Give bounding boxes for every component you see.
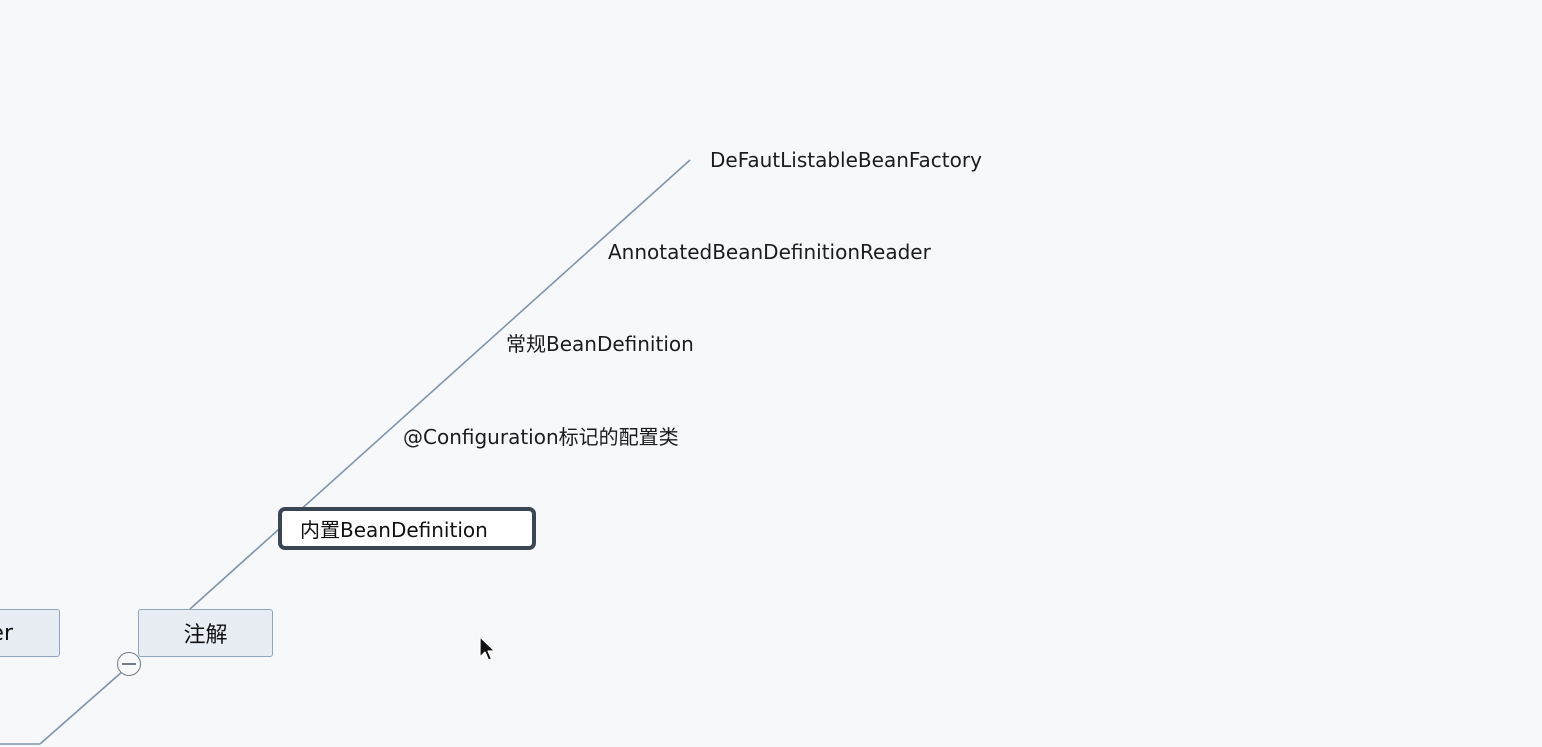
parent-node-annotation[interactable]: 注解 xyxy=(138,609,273,657)
child-node-annotatedbeandefinitionreader[interactable]: AnnotatedBeanDefinitionReader xyxy=(608,240,931,264)
child-node-defaultlistablebeanfactory[interactable]: DeFautListableBeanFactory xyxy=(710,148,982,172)
mouse-pointer-icon xyxy=(479,636,496,661)
child-node-regular-beandefinition[interactable]: 常规BeanDefinition xyxy=(506,332,694,356)
sibling-node-label: er xyxy=(0,620,13,646)
child-node-configuration-class[interactable]: @Configuration标记的配置类 xyxy=(403,425,679,449)
selected-node-builtin-beandefinition[interactable]: 内置BeanDefinition xyxy=(278,507,536,550)
minus-circle-icon[interactable] xyxy=(117,652,141,676)
mind-map-canvas[interactable]: DeFautListableBeanFactory AnnotatedBeanD… xyxy=(0,0,1542,747)
sibling-node-partial[interactable]: er xyxy=(0,609,60,657)
lower-branch-line xyxy=(39,670,124,745)
